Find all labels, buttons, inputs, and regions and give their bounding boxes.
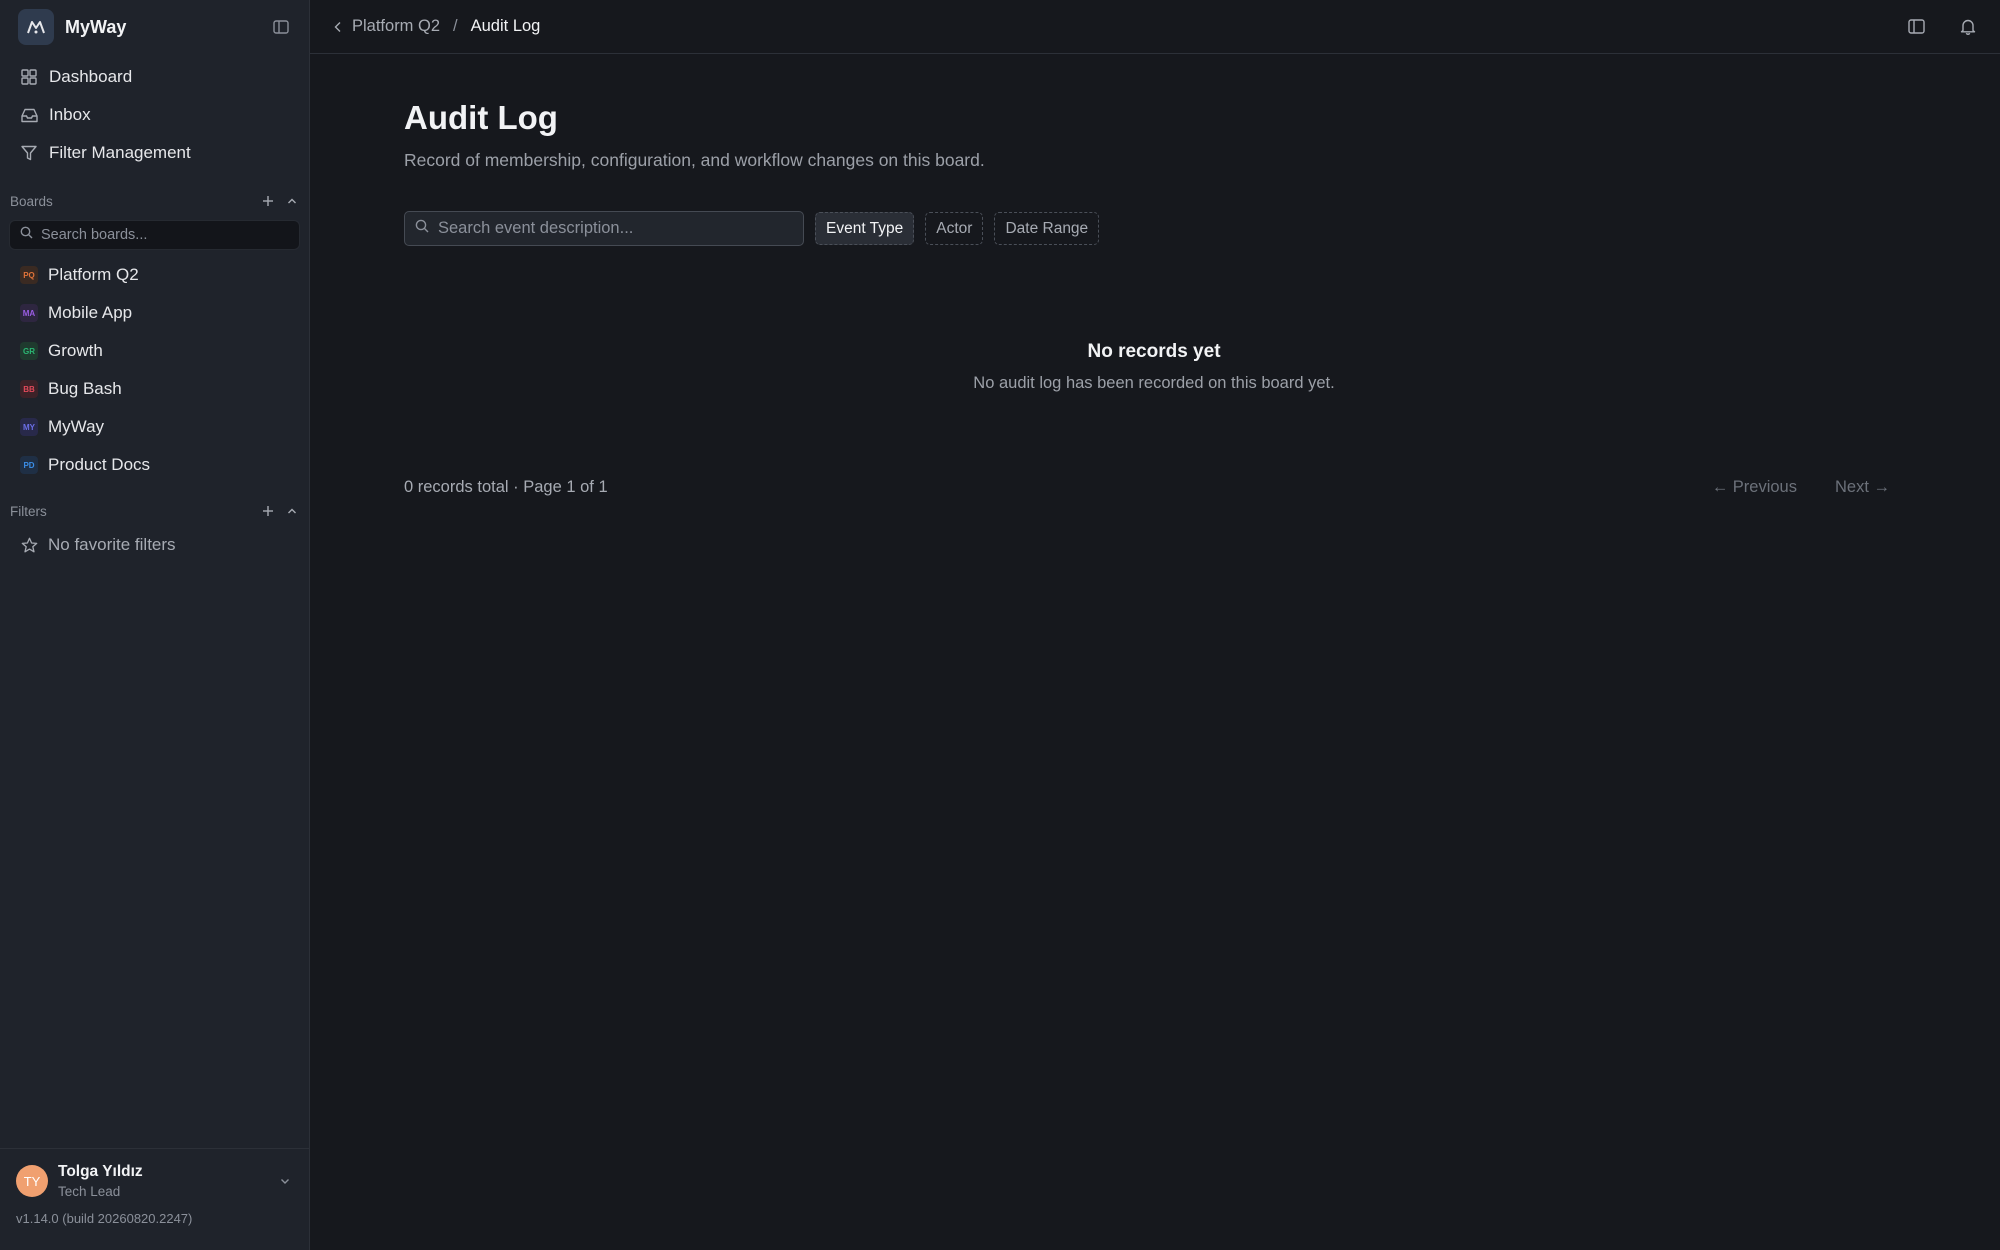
add-board-icon[interactable] (261, 194, 275, 208)
breadcrumb-separator: / (453, 17, 458, 35)
breadcrumb: Platform Q2 / Audit Log (330, 17, 540, 36)
breadcrumb-parent[interactable]: Platform Q2 (352, 17, 440, 36)
mountain-logo-icon[interactable] (18, 9, 54, 45)
board-label: Bug Bash (48, 379, 122, 398)
board-badge: MA (20, 304, 38, 322)
records-summary: 0 records total · Page 1 of 1 (404, 478, 608, 496)
filters-section-title: Filters (10, 503, 47, 519)
event-search (404, 211, 804, 246)
actor-filter[interactable]: Actor (925, 212, 984, 245)
app-name: MyWay (65, 16, 127, 37)
nav-item-label: Dashboard (49, 67, 133, 86)
no-favorite-filters-label: No favorite filters (48, 535, 176, 554)
nav-item-label: Inbox (49, 105, 91, 124)
nav-item-filter-management[interactable]: Filter Management (9, 134, 300, 172)
date-range-filter[interactable]: Date Range (994, 212, 1100, 245)
user-menu[interactable]: TY Tolga Yıldız Tech Lead (16, 1163, 293, 1199)
board-item-mobile-app[interactable]: MA Mobile App (0, 294, 309, 332)
board-search (9, 220, 300, 250)
add-filter-icon[interactable] (261, 504, 275, 518)
empty-state-title: No records yet (1087, 341, 1221, 362)
board-badge: PQ (20, 266, 38, 284)
board-label: Growth (48, 341, 103, 360)
board-label: MyWay (48, 417, 105, 436)
board-list: PQ Platform Q2 MA Mobile App GR Growth B… (0, 256, 309, 484)
sidebar: MyWay Dashboard Inbox Filter Management … (0, 0, 310, 1250)
board-label: Mobile App (48, 303, 133, 322)
next-page-button[interactable]: Next → (1835, 478, 1890, 497)
grid-icon (20, 68, 38, 86)
nav-item-inbox[interactable]: Inbox (9, 96, 300, 134)
page-title: Audit Log (404, 99, 558, 136)
avatar: TY (16, 1165, 48, 1197)
brand-header: MyWay (0, 0, 309, 54)
search-icon (415, 219, 429, 238)
board-item-platform-q2[interactable]: PQ Platform Q2 (0, 256, 309, 294)
no-favorite-filters: No favorite filters (0, 526, 309, 564)
chevron-down-icon[interactable] (277, 1173, 293, 1189)
search-icon (20, 226, 33, 244)
funnel-icon (20, 144, 38, 162)
previous-page-button[interactable]: ← Previous (1712, 478, 1797, 497)
app-version: v1.14.0 (build 20260820.2247) (16, 1211, 193, 1226)
board-item-bug-bash[interactable]: BB Bug Bash (0, 370, 309, 408)
user-role: Tech Lead (58, 1184, 121, 1199)
panel-toggle-icon[interactable] (1906, 17, 1926, 37)
top-bar: Platform Q2 / Audit Log (310, 0, 2000, 54)
user-name: Tolga Yıldız (58, 1163, 143, 1180)
audit-log-page: Audit Log Record of membership, configur… (404, 54, 1904, 497)
empty-state: No records yet No audit log has been rec… (404, 341, 1904, 393)
empty-state-message: No audit log has been recorded on this b… (973, 374, 1335, 392)
board-label: Product Docs (48, 455, 151, 474)
filters-section-header: Filters (0, 496, 309, 526)
board-item-growth[interactable]: GR Growth (0, 332, 309, 370)
boards-section-header: Boards (0, 186, 309, 216)
boards-section-title: Boards (10, 193, 53, 209)
board-badge: MY (20, 418, 38, 436)
board-search-input[interactable] (41, 227, 289, 243)
collapse-filters-icon[interactable] (285, 504, 299, 518)
filter-bar: Event Type Actor Date Range (404, 211, 1904, 246)
pagination: 0 records total · Page 1 of 1 ← Previous… (404, 478, 1890, 497)
board-item-product-docs[interactable]: PD Product Docs (0, 446, 309, 484)
main-content: Platform Q2 / Audit Log Audit Log Record… (310, 0, 2000, 1250)
collapse-boards-icon[interactable] (285, 194, 299, 208)
user-area: TY Tolga Yıldız Tech Lead v1.14.0 (build… (0, 1148, 309, 1250)
breadcrumb-current: Audit Log (470, 17, 541, 35)
nav-item-dashboard[interactable]: Dashboard (9, 58, 300, 96)
chevron-left-icon[interactable] (330, 19, 346, 35)
event-search-input[interactable] (438, 219, 793, 238)
board-badge: PD (20, 456, 38, 474)
board-badge: GR (20, 342, 38, 360)
board-item-myway[interactable]: MY MyWay (0, 408, 309, 446)
star-icon (20, 536, 38, 554)
event-type-filter[interactable]: Event Type (815, 212, 915, 245)
nav-item-label: Filter Management (49, 143, 191, 162)
page-subtitle: Record of membership, configuration, and… (404, 150, 985, 170)
main-nav: Dashboard Inbox Filter Management (0, 54, 309, 172)
board-badge: BB (20, 380, 38, 398)
board-label: Platform Q2 (48, 265, 139, 284)
bell-icon[interactable] (1958, 17, 1978, 37)
inbox-icon (20, 106, 38, 124)
sidebar-toggle-icon[interactable] (271, 17, 291, 37)
